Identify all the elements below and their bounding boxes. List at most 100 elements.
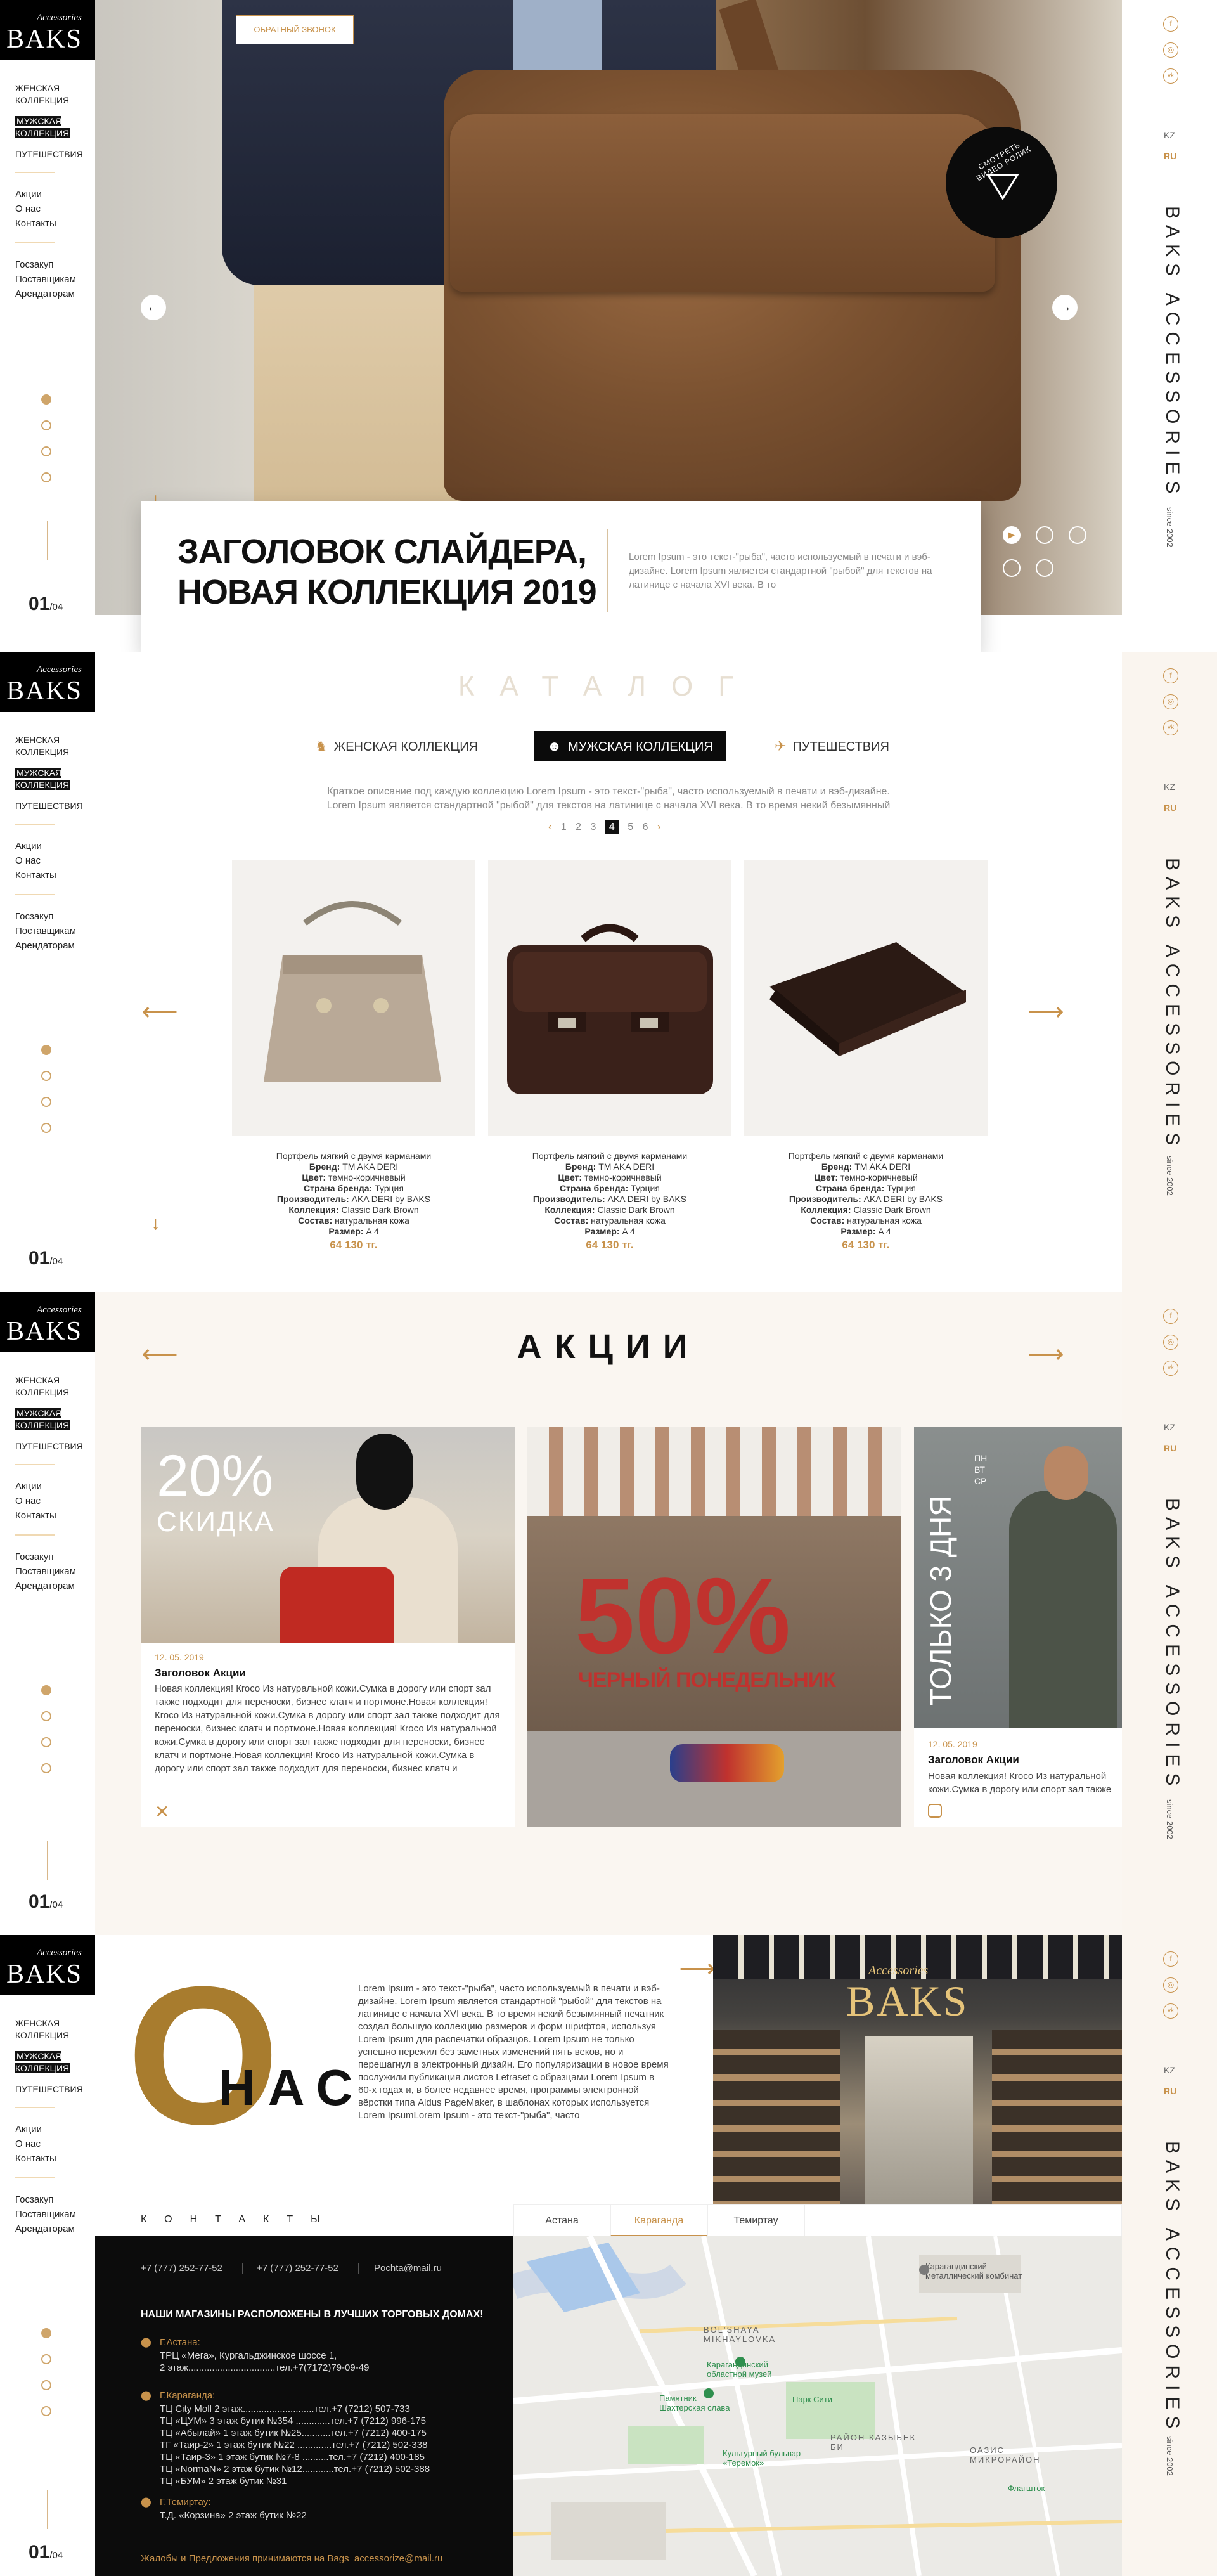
instagram-icon[interactable] (928, 1804, 942, 1818)
nav-travel[interactable]: ПУТЕШЕСТВИЯ (15, 1440, 88, 1453)
map-pin-icon[interactable] (919, 2265, 929, 2275)
nav-promo[interactable]: Акции (15, 2122, 88, 2137)
section-dot[interactable] (41, 472, 51, 482)
nav-tenants[interactable]: Арендаторам (15, 287, 88, 301)
nav-contacts[interactable]: Контакты (15, 868, 88, 883)
slider-next-arrow-icon[interactable]: → (1052, 295, 1078, 320)
callback-button[interactable]: Обратный звонок (236, 15, 354, 44)
promo-next-arrow-icon[interactable]: ⟶ (1027, 1337, 1065, 1375)
nav-men[interactable]: МУЖСКАЯ КОЛЛЕКЦИЯ (15, 115, 88, 139)
page-link-current[interactable]: 4 (605, 820, 619, 834)
page-link[interactable]: 5 (628, 822, 633, 832)
section-dot[interactable] (41, 1711, 51, 1721)
instagram-icon[interactable]: ◎ (1163, 1335, 1178, 1350)
nav-promo[interactable]: Акции (15, 839, 88, 853)
city-tab-temirtau[interactable]: Темиртау (707, 2204, 804, 2236)
section-dot[interactable] (41, 394, 51, 405)
slider-dot[interactable] (1036, 526, 1053, 544)
product-name[interactable]: Портфель мягкий с двумя карманами (488, 1151, 731, 1162)
page-link[interactable]: 6 (643, 822, 648, 832)
nav-goszakup[interactable]: Госзакуп (15, 909, 88, 924)
facebook-icon[interactable]: f (1163, 1951, 1178, 1967)
section-dot[interactable] (41, 2328, 51, 2338)
lang-kz[interactable]: KZ (1164, 130, 1175, 140)
nav-promo[interactable]: Акции (15, 187, 88, 202)
section-dot[interactable] (41, 2380, 51, 2390)
section-dot[interactable] (41, 2406, 51, 2416)
lang-kz[interactable]: KZ (1164, 1422, 1175, 1432)
facebook-icon[interactable]: f (1163, 1309, 1178, 1324)
nav-tenants[interactable]: Арендаторам (15, 938, 88, 953)
logo[interactable]: Accessories BAKS (0, 1292, 95, 1352)
section-dot[interactable] (41, 1763, 51, 1773)
nav-goszakup[interactable]: Госзакуп (15, 1550, 88, 1564)
instagram-icon[interactable]: ◎ (1163, 42, 1178, 58)
promo-card[interactable]: ТОЛЬКО 3 ДНЯ ПН ВТ СР 12. 05. 2019 Загол… (914, 1427, 1122, 1827)
vk-icon[interactable]: vk (1163, 68, 1178, 84)
nav-travel[interactable]: ПУТЕШЕСТВИЯ (15, 2083, 88, 2095)
nav-travel[interactable]: ПУТЕШЕСТВИЯ (15, 800, 88, 812)
tab-travel[interactable]: ✈ ПУТЕШЕСТВИЯ (775, 731, 889, 761)
vk-icon[interactable]: vk (1163, 2003, 1178, 2019)
complaints-note[interactable]: Жалобы и Предложения принимаются на Bags… (141, 2553, 442, 2564)
page-link[interactable]: 1 (561, 822, 567, 832)
page-prev-icon[interactable]: ‹ (548, 822, 551, 832)
nav-goszakup[interactable]: Госзакуп (15, 257, 88, 272)
section-dot[interactable] (41, 1123, 51, 1133)
phone-2[interactable]: +7 (777) 252-77-52 (257, 2263, 338, 2274)
promo-card[interactable]: 20% СКИДКА 12. 05. 2019 Заголовок Акции … (141, 1427, 515, 1827)
nav-tenants[interactable]: Арендаторам (15, 1579, 88, 1593)
phone-1[interactable]: +7 (777) 252-77-52 (141, 2263, 222, 2274)
slider-prev-arrow-icon[interactable]: ← (141, 295, 166, 320)
nav-goszakup[interactable]: Госзакуп (15, 2192, 88, 2207)
product-image[interactable] (744, 860, 988, 1136)
nav-suppliers[interactable]: Поставщикам (15, 272, 88, 287)
map-pin-icon[interactable] (704, 2388, 714, 2398)
lang-ru[interactable]: RU (1164, 2086, 1176, 2096)
nav-men[interactable]: МУЖСКАЯ КОЛЛЕКЦИЯ (15, 1408, 88, 1432)
product-image[interactable] (232, 860, 475, 1136)
city-tab-karaganda[interactable]: Караганда (610, 2204, 707, 2236)
page-next-icon[interactable]: › (657, 822, 660, 832)
slider-dot-play-icon[interactable]: ▶ (1003, 526, 1021, 544)
nav-men[interactable]: МУЖСКАЯ КОЛЛЕКЦИЯ (15, 2050, 88, 2074)
tab-women[interactable]: ♞ ЖЕНСКАЯ КОЛЛЕКЦИЯ (315, 731, 478, 761)
logo[interactable]: Accessories BAKS (0, 1935, 95, 1995)
lang-kz[interactable]: KZ (1164, 2065, 1175, 2075)
lang-kz[interactable]: KZ (1164, 782, 1175, 792)
section-dot[interactable] (41, 1045, 51, 1055)
catalog-next-arrow-icon[interactable]: ⟶ (1027, 994, 1065, 1032)
nav-women[interactable]: ЖЕНСКАЯ КОЛЛЕКЦИЯ (15, 2017, 88, 2042)
section-dot[interactable] (41, 446, 51, 456)
section-dot[interactable] (41, 2354, 51, 2364)
slider-dot[interactable] (1069, 526, 1086, 544)
nav-contacts[interactable]: Контакты (15, 2151, 88, 2166)
slider-dot[interactable] (1036, 559, 1053, 577)
nav-women[interactable]: ЖЕНСКАЯ КОЛЛЕКЦИЯ (15, 82, 88, 107)
nav-about[interactable]: О нас (15, 202, 88, 216)
product-name[interactable]: Портфель мягкий с двумя карманами (744, 1151, 988, 1162)
facebook-icon[interactable]: f (1163, 668, 1178, 683)
lang-ru[interactable]: RU (1164, 1443, 1176, 1453)
lang-ru[interactable]: RU (1164, 151, 1176, 161)
promo-prev-arrow-icon[interactable]: ⟵ (141, 1337, 179, 1375)
catalog-prev-arrow-icon[interactable]: ⟵ (141, 994, 179, 1032)
nav-about[interactable]: О нас (15, 2137, 88, 2151)
promo-card[interactable]: 50% ЧЕРНЫЙ ПОНЕДЕЛЬНИК (527, 1427, 901, 1827)
vk-icon[interactable]: vk (1163, 720, 1178, 735)
page-link[interactable]: 3 (591, 822, 596, 832)
slider-dot[interactable] (1003, 559, 1021, 577)
nav-travel[interactable]: ПУТЕШЕСТВИЯ (15, 148, 88, 160)
nav-about[interactable]: О нас (15, 1494, 88, 1508)
about-next-arrow-icon[interactable]: ⟶ (678, 1951, 716, 1989)
nav-suppliers[interactable]: Поставщикам (15, 2207, 88, 2222)
product-image[interactable] (488, 860, 731, 1136)
facebook-icon[interactable]: f (1163, 16, 1178, 32)
logo[interactable]: Accessories BAKS (0, 652, 95, 712)
nav-men[interactable]: МУЖСКАЯ КОЛЛЕКЦИЯ (15, 767, 88, 791)
nav-contacts[interactable]: Контакты (15, 216, 88, 231)
nav-promo[interactable]: Акции (15, 1479, 88, 1494)
close-icon[interactable]: ✕ (155, 1801, 169, 1822)
nav-tenants[interactable]: Арендаторам (15, 2222, 88, 2236)
logo[interactable]: Accessories BAKS (0, 0, 95, 60)
